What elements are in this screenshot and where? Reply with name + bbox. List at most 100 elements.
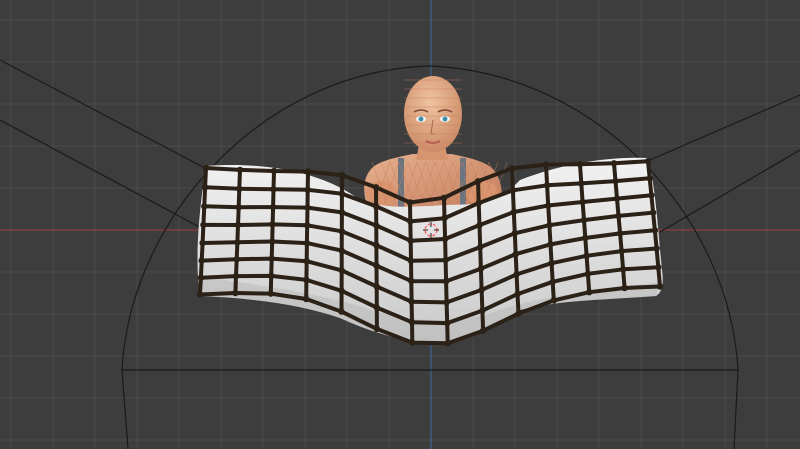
cloth-vertex bbox=[474, 178, 482, 185]
cloth-vertex bbox=[583, 252, 590, 259]
cloth-vertex bbox=[653, 245, 660, 252]
cloth-vertex bbox=[515, 310, 522, 317]
cloth-vertex bbox=[269, 203, 277, 211]
viewport-canvas[interactable] bbox=[0, 0, 800, 449]
cloth-vertex bbox=[646, 175, 653, 182]
cloth-vertex bbox=[514, 290, 521, 298]
cloth-vertex bbox=[407, 257, 415, 264]
cloth-vertex bbox=[409, 339, 416, 346]
cloth-vertex bbox=[201, 203, 208, 210]
cloth-vertex bbox=[612, 177, 619, 185]
cloth-vertex bbox=[373, 242, 380, 249]
cloth-vertex bbox=[196, 291, 204, 298]
cloth-vertex bbox=[441, 215, 448, 222]
cloth-vertex bbox=[304, 204, 311, 211]
cloth-vertex bbox=[201, 184, 209, 191]
cloth-vertex bbox=[578, 180, 585, 187]
cloth-vertex bbox=[508, 165, 516, 172]
cloth-vertex bbox=[610, 160, 618, 167]
cloth-vertex bbox=[621, 284, 628, 292]
cloth-vertex bbox=[232, 272, 240, 280]
cloth-vertex bbox=[542, 161, 550, 168]
cloth-vertex bbox=[545, 202, 552, 209]
cloth-vertex bbox=[546, 222, 553, 229]
cloth-vertex bbox=[269, 238, 276, 245]
cloth-vertex bbox=[338, 267, 345, 274]
cloth-vertex bbox=[479, 307, 486, 314]
cloth-vertex bbox=[478, 286, 485, 294]
cloth-vertex bbox=[373, 222, 380, 229]
cloth-vertex bbox=[442, 278, 450, 285]
cloth-vertex bbox=[234, 239, 241, 246]
cloth-vertex bbox=[407, 237, 414, 244]
cloth-vertex bbox=[268, 255, 275, 262]
cloth-vertex bbox=[511, 230, 518, 237]
cloth-vertex bbox=[408, 319, 416, 326]
cloth-vertex bbox=[232, 289, 239, 297]
cloth-vertex bbox=[651, 227, 659, 234]
cloth-vertex bbox=[613, 195, 621, 202]
cloth-vertex bbox=[649, 209, 657, 216]
cloth-vertex bbox=[268, 272, 275, 280]
cloth-vertex bbox=[198, 257, 205, 264]
cloth-vertex bbox=[234, 221, 242, 229]
cloth-vertex bbox=[372, 203, 380, 210]
cloth-vertex bbox=[269, 221, 276, 228]
cloth-vertex bbox=[202, 164, 210, 172]
cloth-vertex bbox=[197, 274, 205, 281]
character-head bbox=[404, 76, 462, 152]
cloth-vertex bbox=[475, 199, 482, 207]
cloth-vertex bbox=[199, 239, 206, 247]
cloth-vertex bbox=[373, 262, 380, 269]
cloth-vertex bbox=[338, 172, 346, 179]
cloth-vertex bbox=[512, 250, 519, 258]
cloth-vertex bbox=[548, 260, 555, 267]
camera-frustum-edge-left-lower bbox=[0, 119, 206, 231]
cloth-vertex bbox=[441, 235, 449, 243]
cloth-vertex bbox=[406, 199, 414, 206]
cloth-vertex bbox=[303, 258, 310, 265]
cloth-vertex bbox=[618, 247, 625, 255]
cloth-vertex bbox=[576, 161, 584, 168]
cloth-vertex bbox=[616, 230, 624, 237]
cloth-vertex bbox=[304, 186, 311, 193]
cloth-vertex bbox=[236, 185, 243, 192]
cloth-vertex bbox=[509, 187, 517, 194]
cloth-vertex bbox=[479, 327, 487, 334]
cloth-vertex bbox=[550, 297, 557, 304]
cloth-vertex bbox=[615, 212, 622, 220]
cloth-vertex bbox=[477, 265, 485, 272]
cloth-vertex bbox=[580, 216, 588, 224]
cloth-vertex bbox=[338, 209, 346, 216]
cloth-vertex bbox=[373, 304, 380, 311]
cloth-vertex bbox=[233, 256, 240, 263]
cloth-vertex bbox=[510, 208, 517, 216]
cloth-vertex bbox=[655, 264, 662, 271]
cloth-vertex bbox=[579, 198, 586, 206]
cloth-vertex bbox=[582, 234, 589, 242]
cloth-vertex bbox=[200, 221, 207, 229]
cloth-vertex bbox=[267, 290, 274, 297]
cloth-vertex bbox=[236, 166, 244, 174]
cloth-vertex bbox=[648, 192, 655, 199]
cloth-vertex bbox=[338, 228, 345, 235]
cloth-vertex bbox=[303, 295, 310, 303]
cloth-vertex bbox=[303, 239, 311, 247]
3d-viewport[interactable] bbox=[0, 0, 800, 449]
cloth-vertex bbox=[303, 276, 310, 284]
cloth-vertex bbox=[444, 340, 451, 347]
cloth-vertex bbox=[547, 241, 554, 248]
cloth-vertex bbox=[407, 218, 414, 225]
camera-frustum-edge-right-lower bbox=[659, 149, 800, 233]
cloth-vertex bbox=[440, 194, 448, 201]
cloth-vertex bbox=[408, 298, 415, 305]
cloth-vertex bbox=[644, 158, 652, 165]
cloth-vertex bbox=[656, 283, 664, 290]
cloth-vertex bbox=[408, 277, 415, 285]
cloth-vertex bbox=[477, 243, 484, 251]
cloth-vertex bbox=[586, 289, 593, 296]
cloth-vertex bbox=[584, 270, 592, 277]
cloth-vertex bbox=[270, 167, 278, 175]
cloth-vertex bbox=[543, 182, 551, 189]
cloth-vertex bbox=[270, 186, 277, 193]
